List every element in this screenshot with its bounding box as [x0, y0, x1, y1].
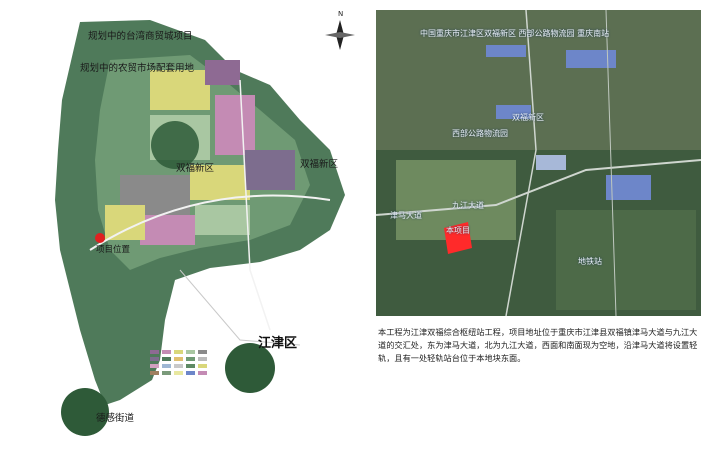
- compass-icon: N: [325, 10, 355, 50]
- svg-text:N: N: [338, 10, 343, 18]
- sat-label-mid1: 双福新区: [512, 113, 544, 122]
- sat-label-right: 地铁站: [578, 257, 602, 266]
- factory: [606, 175, 651, 200]
- project-description: 本工程为江津双福综合枢纽站工程，项目地址位于重庆市江津县双福镇津马大道与九江大道…: [378, 327, 698, 363]
- urban-block: [215, 95, 255, 155]
- urban-block: [195, 205, 250, 235]
- label-taiwan: 规划中的台湾商贸城项目: [88, 31, 193, 42]
- sat-field: [556, 210, 696, 310]
- sat-label-mid2: 西部公路物流园: [452, 129, 508, 138]
- urban-block: [150, 70, 210, 110]
- label-project: 项目位置: [96, 245, 131, 255]
- sat-label-project: 本项目: [446, 226, 470, 235]
- sat-label-road: 九江大道: [452, 201, 484, 210]
- label-agri: 规划中的农贸市场配套用地: [80, 63, 195, 74]
- urban-block: [245, 150, 295, 190]
- label-degan: 德感街道: [96, 413, 135, 424]
- factory: [566, 50, 616, 68]
- project-marker: [95, 233, 105, 243]
- label-shuangfu-east: 双福新区: [300, 159, 339, 170]
- sat-label-top: 中国重庆市江津区双福新区 西部公路物流园 重庆南站: [420, 29, 610, 38]
- label-jiangjin: 江津区: [258, 336, 298, 351]
- sat-label-left: 津马大道: [390, 211, 422, 220]
- urban-block: [205, 60, 240, 85]
- map-legend: [150, 350, 270, 430]
- urban-block: [105, 205, 145, 240]
- factory: [536, 155, 566, 170]
- satellite-map: [376, 10, 701, 316]
- factory: [486, 45, 526, 57]
- label-shuangfu-center: 双福新区: [176, 163, 215, 174]
